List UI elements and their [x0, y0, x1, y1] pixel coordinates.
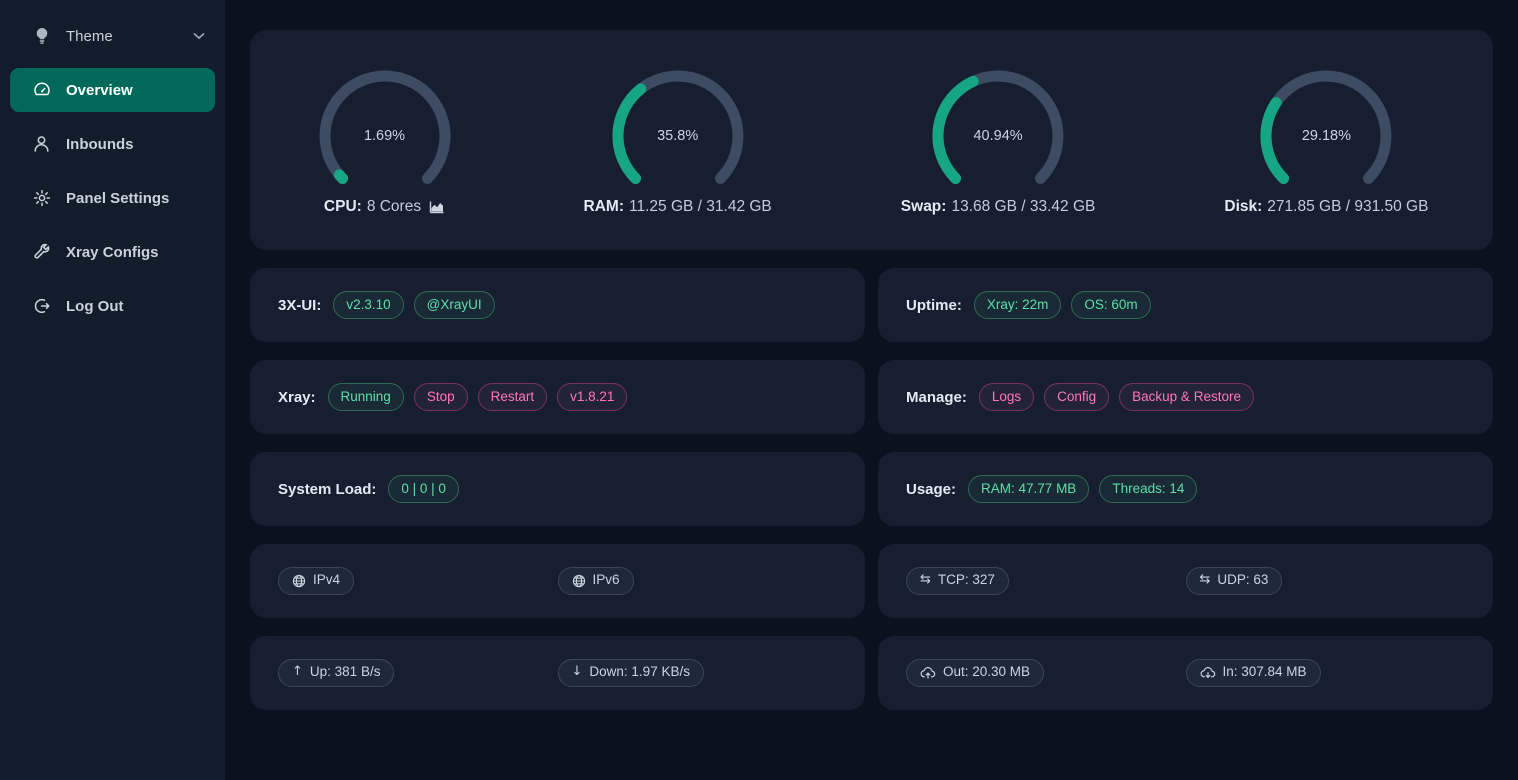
xray-stop-button[interactable]: Stop	[414, 383, 468, 412]
cloud-download-icon	[1200, 666, 1216, 679]
cloud-upload-icon	[920, 666, 936, 679]
system-stats-card: 1.69% CPU: 8 Cores	[250, 30, 1493, 250]
manage-card: Manage: Logs Config Backup & Restore	[878, 360, 1493, 434]
card-label: Uptime:	[906, 297, 962, 314]
card-label: Usage:	[906, 481, 956, 498]
traffic-in-pill: In: 307.84 MB	[1186, 659, 1321, 687]
disk-gauge: 29.18% Disk: 271.85 GB / 931.50 GB	[1224, 66, 1428, 216]
sidebar: Theme Overview Inbounds	[0, 0, 225, 780]
connections-card: ⇆ TCP: 327 ⇆ UDP: 63	[878, 544, 1493, 618]
theme-label: Theme	[66, 28, 113, 45]
usage-card: Usage: RAM: 47.77 MB Threads: 14	[878, 452, 1493, 526]
dashboard-icon	[32, 81, 51, 99]
card-label: Xray:	[278, 389, 316, 406]
arrow-down-icon: ↓	[572, 664, 583, 680]
gear-icon	[32, 189, 51, 207]
panel-version-card: 3X-UI: v2.3.10 @XrayUI	[250, 268, 865, 342]
cpu-percent: 1.69%	[315, 128, 455, 144]
download-speed-pill: ↓ Down: 1.97 KB/s	[558, 659, 704, 687]
sidebar-item-panel-settings[interactable]: Panel Settings	[10, 176, 215, 220]
xray-status-card: Xray: Running Stop Restart v1.8.21	[250, 360, 865, 434]
upload-speed-pill: ↑ Up: 381 B/s	[278, 659, 394, 687]
sidebar-item-label: Xray Configs	[66, 244, 159, 261]
cpu-gauge: 1.69% CPU: 8 Cores	[315, 66, 455, 216]
card-label: Manage:	[906, 389, 967, 406]
swap-label: Swap: 13.68 GB / 33.42 GB	[901, 198, 1096, 216]
sidebar-item-label: Panel Settings	[66, 190, 169, 207]
traffic-card: Out: 20.30 MB In: 307.84 MB	[878, 636, 1493, 710]
os-uptime-badge: OS: 60m	[1071, 291, 1150, 320]
sidebar-item-inbounds[interactable]: Inbounds	[10, 122, 215, 166]
sidebar-item-label: Inbounds	[66, 136, 134, 153]
swap-gauge: 40.94% Swap: 13.68 GB / 33.42 GB	[901, 66, 1096, 216]
tcp-count-pill: ⇆ TCP: 327	[906, 567, 1009, 595]
main-content: 1.69% CPU: 8 Cores	[225, 0, 1518, 780]
swap-icon: ⇆	[1200, 572, 1211, 588]
ram-label: RAM: 11.25 GB / 31.42 GB	[584, 198, 772, 216]
arrow-up-icon: ↑	[292, 664, 303, 680]
ram-percent: 35.8%	[608, 128, 748, 144]
system-load-card: System Load: 0 | 0 | 0	[250, 452, 865, 526]
xray-uptime-badge: Xray: 22m	[974, 291, 1062, 320]
ipv6-pill: IPv6	[558, 567, 634, 595]
cpu-label: CPU: 8 Cores	[324, 198, 445, 216]
wrench-icon	[32, 243, 51, 261]
xray-running-badge: Running	[328, 383, 404, 412]
panel-version-badge[interactable]: v2.3.10	[333, 291, 403, 320]
card-label: System Load:	[278, 481, 376, 498]
globe-icon	[572, 574, 586, 588]
swap-percent: 40.94%	[928, 128, 1068, 144]
user-icon	[32, 135, 51, 153]
sidebar-item-label: Log Out	[66, 298, 123, 315]
sidebar-item-label: Overview	[66, 82, 133, 99]
cards-grid: 3X-UI: v2.3.10 @XrayUI Uptime: Xray: 22m…	[250, 268, 1493, 710]
swap-icon: ⇆	[920, 572, 931, 588]
ipv4-pill: IPv4	[278, 567, 354, 595]
sidebar-item-xray-configs[interactable]: Xray Configs	[10, 230, 215, 274]
ip-card: IPv4 IPv6	[250, 544, 865, 618]
telegram-channel-badge[interactable]: @XrayUI	[414, 291, 495, 320]
traffic-out-pill: Out: 20.30 MB	[906, 659, 1044, 687]
bulb-icon	[32, 27, 51, 45]
uptime-card: Uptime: Xray: 22m OS: 60m	[878, 268, 1493, 342]
disk-label: Disk: 271.85 GB / 931.50 GB	[1224, 198, 1428, 216]
globe-icon	[292, 574, 306, 588]
card-label: 3X-UI:	[278, 297, 321, 314]
ram-gauge: 35.8% RAM: 11.25 GB / 31.42 GB	[584, 66, 772, 216]
sidebar-item-log-out[interactable]: Log Out	[10, 284, 215, 328]
sidebar-nav: Overview Inbounds Panel Settings	[0, 68, 225, 328]
theme-selector[interactable]: Theme	[0, 14, 225, 58]
area-chart-icon	[429, 200, 445, 214]
disk-percent: 29.18%	[1256, 128, 1396, 144]
xray-restart-button[interactable]: Restart	[478, 383, 548, 412]
logout-icon	[32, 297, 51, 315]
logs-button[interactable]: Logs	[979, 383, 1034, 412]
ram-usage-badge: RAM: 47.77 MB	[968, 475, 1089, 504]
backup-restore-button[interactable]: Backup & Restore	[1119, 383, 1254, 412]
udp-count-pill: ⇆ UDP: 63	[1186, 567, 1283, 595]
config-button[interactable]: Config	[1044, 383, 1109, 412]
chevron-down-icon	[193, 32, 205, 40]
threads-badge: Threads: 14	[1099, 475, 1197, 504]
speed-card: ↑ Up: 381 B/s ↓ Down: 1.97 KB/s	[250, 636, 865, 710]
sidebar-item-overview[interactable]: Overview	[10, 68, 215, 112]
system-load-badge: 0 | 0 | 0	[388, 475, 459, 504]
xray-version-badge[interactable]: v1.8.21	[557, 383, 627, 412]
